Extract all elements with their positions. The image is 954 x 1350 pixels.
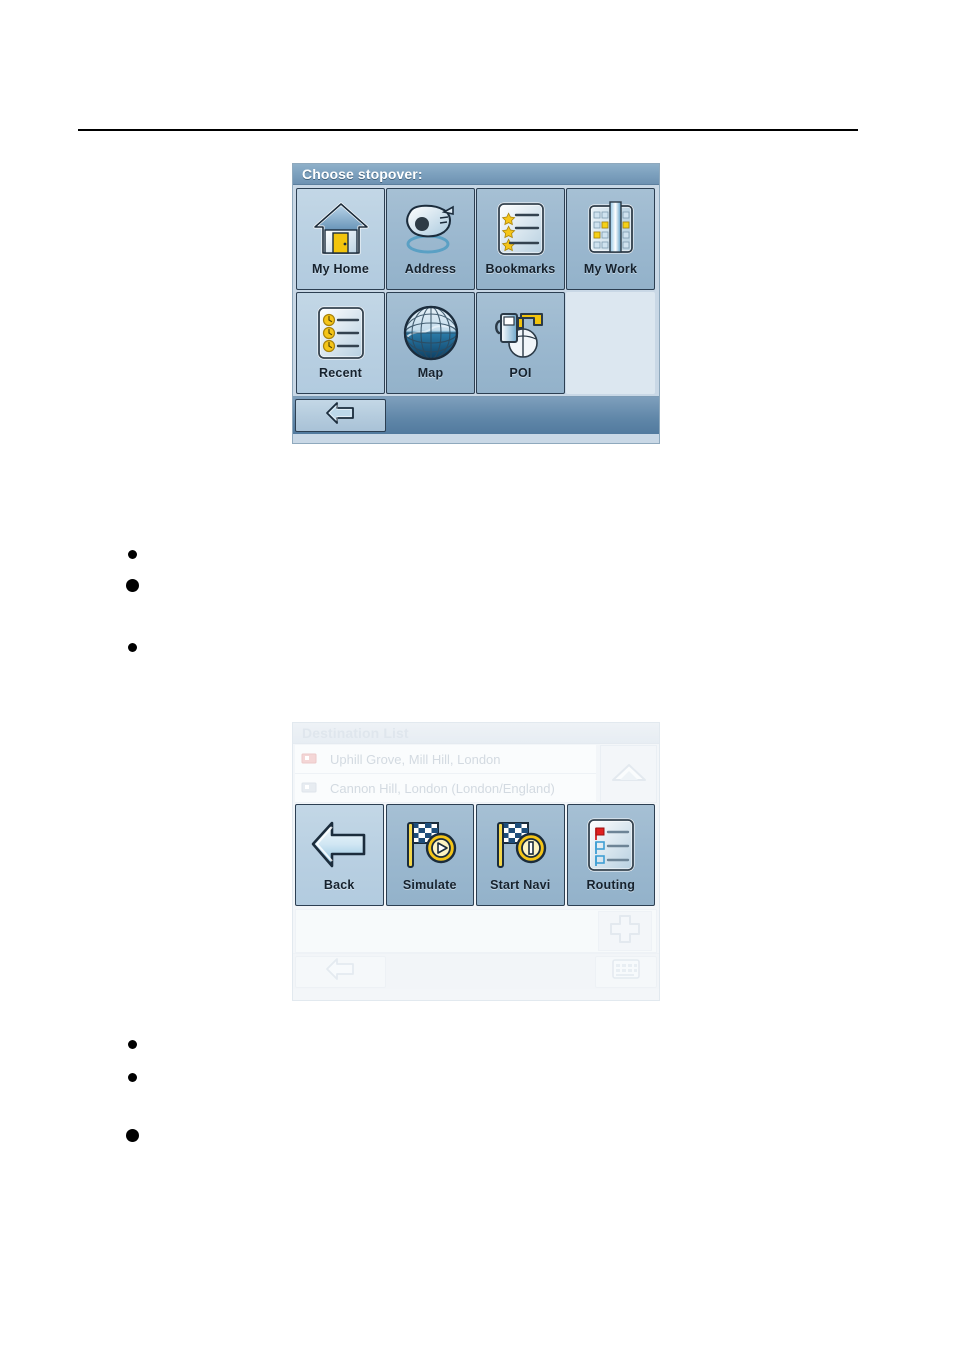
stopover-tile-bookmarks[interactable]: Bookmarks <box>476 188 565 290</box>
destination-row[interactable]: Cannon Hill, London (London/England) <box>295 774 596 803</box>
destination-rows: Uphill Grove, Mill Hill, London Cannon Hi… <box>295 745 596 803</box>
bullet-point <box>128 550 137 559</box>
destination-keypad-button[interactable] <box>595 955 657 988</box>
back-arrow-icon <box>324 400 358 431</box>
flag-play-icon <box>399 814 461 876</box>
poi-icon <box>490 302 552 364</box>
destination-add-button[interactable] <box>598 911 652 951</box>
red-flag-icon <box>301 752 321 766</box>
destination-tile-start-navi[interactable]: Start Navi <box>476 804 565 906</box>
stopover-bottom-bar <box>293 396 659 434</box>
back-arrow-icon <box>324 956 358 987</box>
destination-list-dialog: Destination List Uphill Grove, Mill Hill… <box>292 722 660 1001</box>
stopover-tile-empty <box>566 292 655 394</box>
stopover-bottom-filler <box>386 399 659 432</box>
choose-stopover-dialog: Choose stopover: My Home Address Bookmarks… <box>292 163 660 444</box>
bullet-point <box>128 1073 137 1082</box>
destination-title: Destination List <box>302 725 409 741</box>
stopover-tile-label: My Work <box>583 262 638 276</box>
stopover-tile-map[interactable]: Map <box>386 292 475 394</box>
star-list-icon <box>493 198 549 260</box>
stopover-title: Choose stopover: <box>302 166 423 182</box>
clock-list-icon <box>313 302 369 364</box>
plus-icon <box>607 913 643 950</box>
destination-back-button[interactable] <box>295 955 386 988</box>
destination-list-area: Uphill Grove, Mill Hill, London Cannon Hi… <box>293 744 659 803</box>
destination-side-button[interactable] <box>600 745 657 803</box>
destination-blank-strip <box>295 909 657 953</box>
stopover-back-button[interactable] <box>295 399 386 432</box>
flag-list-icon <box>583 814 639 876</box>
stopover-tile-my-home[interactable]: My Home <box>296 188 385 290</box>
stopover-tile-label: Map <box>417 366 444 380</box>
destination-tile-back[interactable]: Back <box>295 804 384 906</box>
destination-row[interactable]: Uphill Grove, Mill Hill, London <box>295 745 596 774</box>
bullet-point <box>128 643 137 652</box>
destination-tile-simulate[interactable]: Simulate <box>385 804 474 906</box>
page-horizontal-rule <box>78 129 858 131</box>
globe-icon <box>401 302 461 364</box>
destination-tile-label: Start Navi <box>490 878 551 892</box>
destination-tile-label: Back <box>323 878 355 892</box>
stopover-tile-grid: My Home Address Bookmarks My Work Recent Map P… <box>293 185 659 396</box>
office-icon <box>585 198 637 260</box>
destination-tile-row: Back Simulate Start Navi Routing <box>293 803 659 908</box>
stopover-titlebar: Choose stopover: <box>293 164 659 185</box>
grey-flag-icon <box>301 781 321 795</box>
stopover-tile-label: Address <box>404 262 457 276</box>
destination-tile-label: Routing <box>586 878 636 892</box>
stopover-tile-label: Recent <box>319 366 362 380</box>
stopover-tile-label: Bookmarks <box>485 262 556 276</box>
back-arrow-icon <box>308 814 370 876</box>
stopover-tile-recent[interactable]: Recent <box>296 292 385 394</box>
keypad-icon <box>611 957 641 986</box>
bullet-point <box>128 1040 137 1049</box>
bullet-point <box>126 579 139 592</box>
mailbox-icon <box>400 198 462 260</box>
destination-bottom-bar <box>293 953 659 989</box>
hill-icon <box>609 759 649 790</box>
destination-row-text: Uphill Grove, Mill Hill, London <box>330 751 501 767</box>
stopover-tile-poi[interactable]: POI <box>476 292 565 394</box>
destination-tile-label: Simulate <box>402 878 457 892</box>
destination-tile-routing[interactable]: Routing <box>566 804 655 906</box>
stopover-tile-my-work[interactable]: My Work <box>566 188 655 290</box>
flag-pause-icon <box>489 814 551 876</box>
destination-row-text: Cannon Hill, London (London/England) <box>330 780 555 796</box>
stopover-tile-label: POI <box>509 366 532 380</box>
destination-titlebar: Destination List <box>293 723 659 744</box>
stopover-tile-label: My Home <box>312 262 369 276</box>
stopover-tile-address[interactable]: Address <box>386 188 475 290</box>
house-icon <box>311 198 371 260</box>
bullet-point <box>126 1129 139 1142</box>
